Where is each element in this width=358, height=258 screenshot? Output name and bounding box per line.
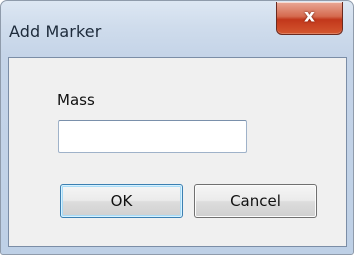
close-button[interactable]: x bbox=[276, 2, 343, 35]
ok-button[interactable]: OK bbox=[60, 184, 183, 218]
title-bar[interactable]: Add Marker x bbox=[1, 1, 353, 57]
cancel-button[interactable]: Cancel bbox=[194, 184, 317, 218]
add-marker-dialog: Add Marker x Mass OK Cancel bbox=[0, 0, 354, 255]
close-icon: x bbox=[304, 6, 315, 27]
mass-input[interactable] bbox=[58, 120, 247, 153]
window-title: Add Marker bbox=[9, 22, 102, 41]
mass-label: Mass bbox=[57, 91, 95, 109]
dialog-body: Mass OK Cancel bbox=[8, 57, 347, 247]
